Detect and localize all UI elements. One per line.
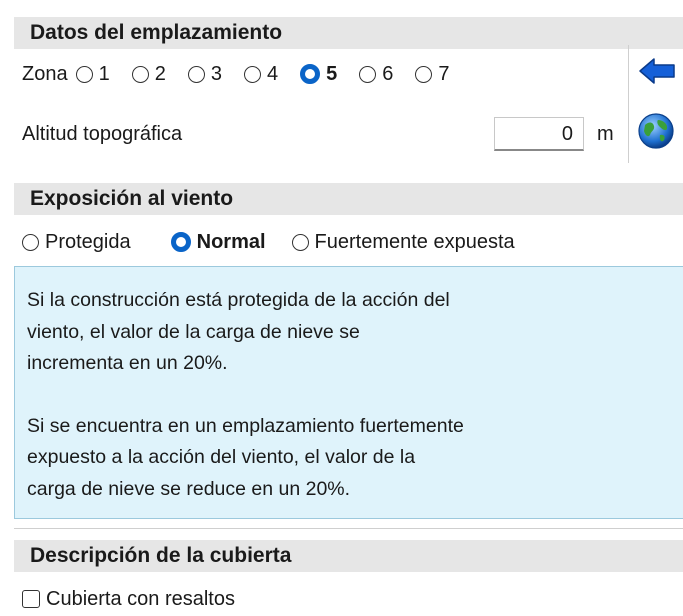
section-header-emplazamiento: Datos del emplazamiento [14, 17, 683, 49]
zona-radio-1[interactable]: 1 [75, 63, 110, 86]
altitud-unit: m [597, 122, 614, 145]
radio-circle-icon [131, 65, 149, 83]
vertical-divider [628, 45, 629, 163]
section-header-cubierta: Descripción de la cubierta [14, 540, 683, 572]
radio-selected-icon [300, 64, 321, 84]
zona-radio-4[interactable]: 4 [243, 63, 278, 86]
zona-radio-3[interactable]: 3 [187, 63, 222, 86]
radio-selected-icon [170, 232, 191, 252]
zona-row: Zona 1 2 3 4 5 6 7 [22, 58, 449, 90]
zona-radio-5[interactable]: 5 [300, 63, 337, 86]
radio-circle-icon [291, 233, 309, 251]
exposicion-info-box: Si la construcción está protegida de la … [14, 266, 683, 519]
radio-circle-icon [75, 65, 93, 83]
info-paragraph-2: Si se encuentra en un emplazamiento fuer… [27, 414, 464, 500]
globe-icon [636, 111, 676, 156]
exposicion-radio-protegida[interactable]: Protegida [22, 231, 131, 254]
exposicion-radio-fuertemente-expuesta[interactable]: Fuertemente expuesta [291, 231, 515, 254]
exposicion-options-row: Protegida Normal Fuertemente expuesta [22, 226, 515, 258]
globe-button[interactable] [632, 112, 683, 154]
info-paragraph-1: Si la construcción está protegida de la … [27, 289, 450, 374]
zona-radio-6[interactable]: 6 [359, 63, 393, 86]
checkbox-label: Cubierta con resaltos [46, 587, 235, 610]
zona-label: Zona [22, 62, 68, 85]
radio-circle-icon [22, 233, 39, 251]
altitud-input[interactable]: 0 [494, 117, 584, 151]
altitud-label: Altitud topográfica [22, 122, 183, 145]
exposicion-radio-normal[interactable]: Normal [170, 231, 266, 254]
zona-radio-2[interactable]: 2 [131, 63, 166, 86]
section-header-exposicion: Exposición al viento [14, 183, 683, 215]
zona-radio-7[interactable]: 7 [415, 63, 449, 86]
radio-circle-icon [415, 65, 433, 83]
cubierta-resaltos-checkbox[interactable]: Cubierta con resaltos [22, 584, 235, 614]
back-button[interactable] [632, 52, 683, 94]
checkbox-icon [22, 590, 40, 608]
altitud-row: Altitud topográfica [22, 118, 182, 150]
section-divider [14, 528, 683, 529]
radio-circle-icon [243, 65, 261, 83]
radio-circle-icon [187, 65, 205, 83]
radio-circle-icon [359, 65, 377, 83]
arrow-left-icon [636, 53, 676, 94]
